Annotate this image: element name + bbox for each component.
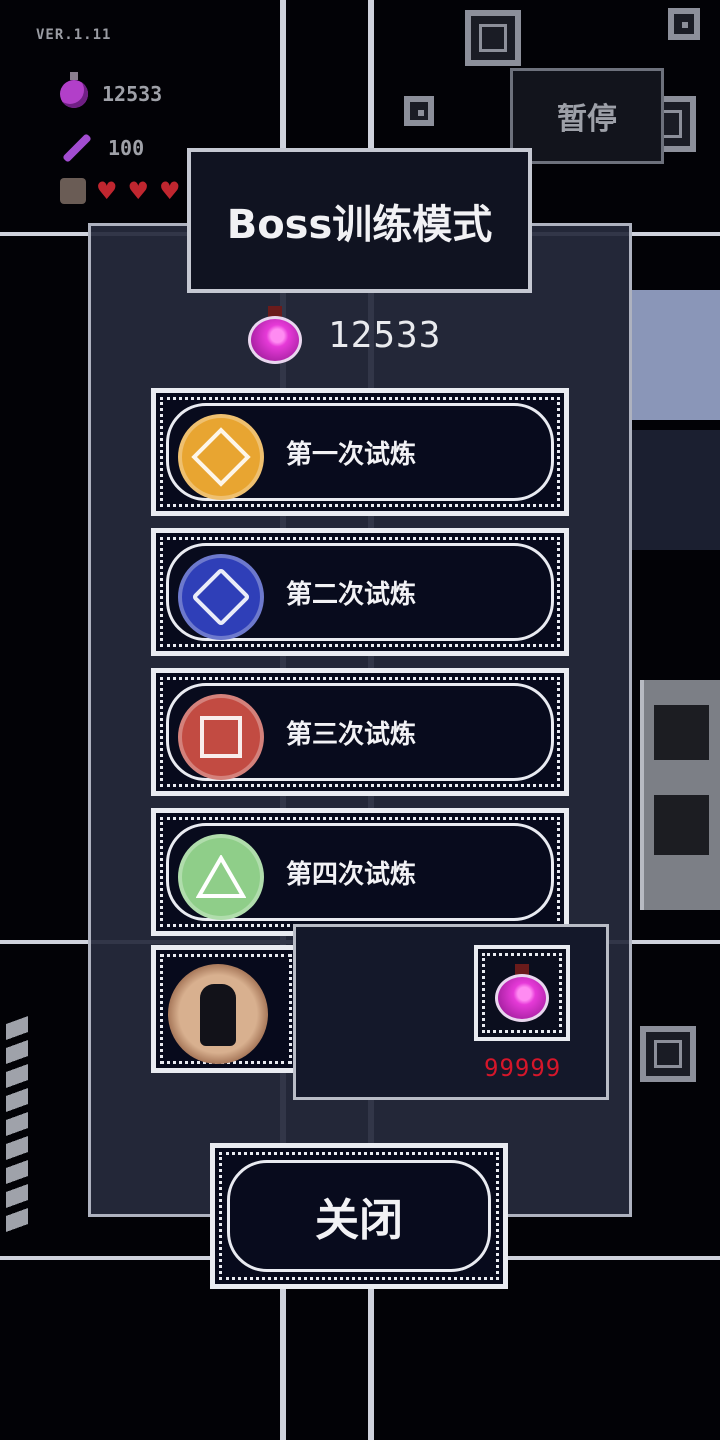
unlock-cost: 99999 xyxy=(484,1054,562,1082)
trial-label: 第一次试炼 xyxy=(286,439,417,470)
heart-icon: ♥ xyxy=(127,177,150,205)
close-button[interactable]: 关闭 xyxy=(210,1143,508,1289)
stone-block xyxy=(640,1026,696,1082)
character-icon xyxy=(60,178,86,204)
background-wall xyxy=(630,430,720,550)
version-label: VER.1.11 xyxy=(36,27,112,43)
modal-title: Boss训练模式 xyxy=(226,201,493,248)
heart-icon: ♥ xyxy=(159,177,181,205)
trial-button-1[interactable]: 第一次试炼 xyxy=(151,388,569,516)
close-label: 关闭 xyxy=(315,1195,403,1246)
currency-value: 12533 xyxy=(328,314,442,356)
potion-icon-box xyxy=(474,945,570,1041)
trial-button-5[interactable] xyxy=(151,945,301,1073)
pause-button[interactable]: 暂停 xyxy=(510,68,664,164)
blue-seal-icon xyxy=(178,554,264,640)
health-bar: ♥ ♥ ♥ xyxy=(60,178,181,204)
hooded-figure-portrait xyxy=(168,964,268,1064)
stone-block xyxy=(465,10,521,66)
stone-block xyxy=(404,96,434,126)
potion-icon xyxy=(60,72,88,108)
green-seal-icon xyxy=(178,834,264,920)
red-seal-icon xyxy=(178,694,264,780)
currency-display: 12533 xyxy=(248,306,441,364)
ruined-building xyxy=(640,680,720,910)
stone-block xyxy=(668,8,700,40)
soul-counter: 12533 xyxy=(60,72,163,108)
modal-title-box: Boss训练模式 xyxy=(187,148,532,293)
feather-count: 100 xyxy=(108,136,145,160)
soul-count: 12533 xyxy=(102,82,163,106)
stairs xyxy=(6,1015,28,1235)
feather-icon xyxy=(62,133,92,163)
trial-label: 第四次试炼 xyxy=(286,859,417,890)
unlock-cost-tooltip: 99999 xyxy=(293,924,609,1100)
trial-button-4[interactable]: 第四次试炼 xyxy=(151,808,569,936)
background-sky xyxy=(630,290,720,420)
feather-counter: 100 xyxy=(60,133,145,163)
heart-icon: ♥ xyxy=(96,177,118,205)
potion-icon xyxy=(248,306,302,364)
trial-button-3[interactable]: 第三次试炼 xyxy=(151,668,569,796)
trial-label: 第二次试炼 xyxy=(286,579,417,610)
gold-seal-icon xyxy=(178,414,264,500)
trial-button-2[interactable]: 第二次试炼 xyxy=(151,528,569,656)
trial-label: 第三次试炼 xyxy=(286,719,417,750)
potion-icon xyxy=(495,964,549,1022)
